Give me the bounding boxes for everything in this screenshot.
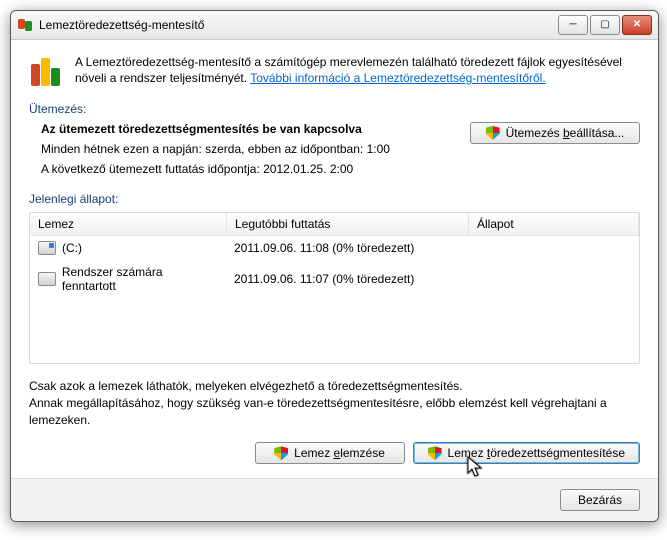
header-disk[interactable]: Lemez (30, 213, 227, 235)
schedule-line-2: A következő ütemezett futtatás időpontja… (41, 162, 460, 176)
table-row[interactable]: (C:) 2011.09.06. 11:08 (0% töredezett) (30, 236, 639, 260)
schedule-title: Az ütemezett töredezettségmentesítés be … (41, 122, 460, 136)
minimize-button[interactable]: ─ (558, 15, 588, 35)
close-dialog-button[interactable]: Bezárás (560, 489, 640, 511)
close-button[interactable]: ✕ (622, 15, 652, 35)
disk-state (467, 246, 639, 250)
table-header: Lemez Legutóbbi futtatás Állapot (30, 213, 639, 236)
defrag-app-icon (17, 17, 33, 33)
schedule-row: Az ütemezett töredezettségmentesítés be … (29, 122, 640, 182)
analyze-disk-button[interactable]: Lemez elemzése (255, 442, 405, 464)
intro-row: A Lemeztöredezettség-mentesítő a számító… (29, 54, 640, 88)
titlebar[interactable]: Lemeztöredezettség-mentesítő ─ ▢ ✕ (11, 11, 658, 40)
header-last-run[interactable]: Legutóbbi futtatás (227, 213, 469, 235)
disk-state (467, 277, 639, 281)
status-label: Jelenlegi állapot: (29, 192, 640, 206)
disk-icon (38, 272, 56, 286)
shield-icon (274, 446, 288, 460)
note-line-1: Csak azok a lemezek láthatók, melyeken e… (29, 378, 640, 395)
header-state[interactable]: Állapot (469, 213, 639, 235)
table-row[interactable]: Rendszer számára fenntartott 2011.09.06.… (30, 260, 639, 298)
intro-text: A Lemeztöredezettség-mentesítő a számító… (75, 54, 640, 88)
disk-icon (38, 241, 56, 255)
disk-last-run: 2011.09.06. 11:07 (0% töredezett) (226, 270, 467, 288)
schedule-info: Az ütemezett töredezettségmentesítés be … (29, 122, 460, 182)
disk-name: (C:) (62, 241, 82, 255)
note-line-2: Annak megállapításához, hogy szükség van… (29, 395, 640, 429)
analyze-disk-label: Lemez elemzése (294, 446, 385, 460)
window-buttons: ─ ▢ ✕ (558, 15, 652, 35)
shield-icon (428, 446, 442, 460)
shield-icon (486, 126, 500, 140)
disk-last-run: 2011.09.06. 11:08 (0% töredezett) (226, 239, 467, 257)
configure-schedule-button[interactable]: Ütemezés beállítása... (470, 122, 640, 144)
schedule-label: Ütemezés: (29, 102, 640, 116)
maximize-button[interactable]: ▢ (590, 15, 620, 35)
client-area: A Lemeztöredezettség-mentesítő a számító… (11, 40, 658, 478)
disk-table: Lemez Legutóbbi futtatás Állapot (C:) 20… (29, 212, 640, 364)
window-title: Lemeztöredezettség-mentesítő (39, 18, 558, 32)
defragment-disk-label: Lemez töredezettségmentesítése (448, 446, 625, 460)
action-row: Lemez elemzése Lemez töredezettségmentes… (29, 442, 640, 464)
footer: Bezárás (11, 478, 658, 521)
defragment-disk-button[interactable]: Lemez töredezettségmentesítése (413, 442, 640, 464)
learn-more-link[interactable]: További információ a Lemeztöredezettség-… (250, 71, 545, 85)
disk-name: Rendszer számára fenntartott (62, 265, 218, 293)
schedule-line-1: Minden hétnek ezen a napján: szerda, ebb… (41, 142, 460, 156)
note-text: Csak azok a lemezek láthatók, melyeken e… (29, 378, 640, 428)
defrag-large-icon (29, 54, 63, 88)
configure-schedule-label: Ütemezés beállítása... (506, 126, 625, 140)
defrag-window: Lemeztöredezettség-mentesítő ─ ▢ ✕ A Lem… (10, 10, 659, 522)
